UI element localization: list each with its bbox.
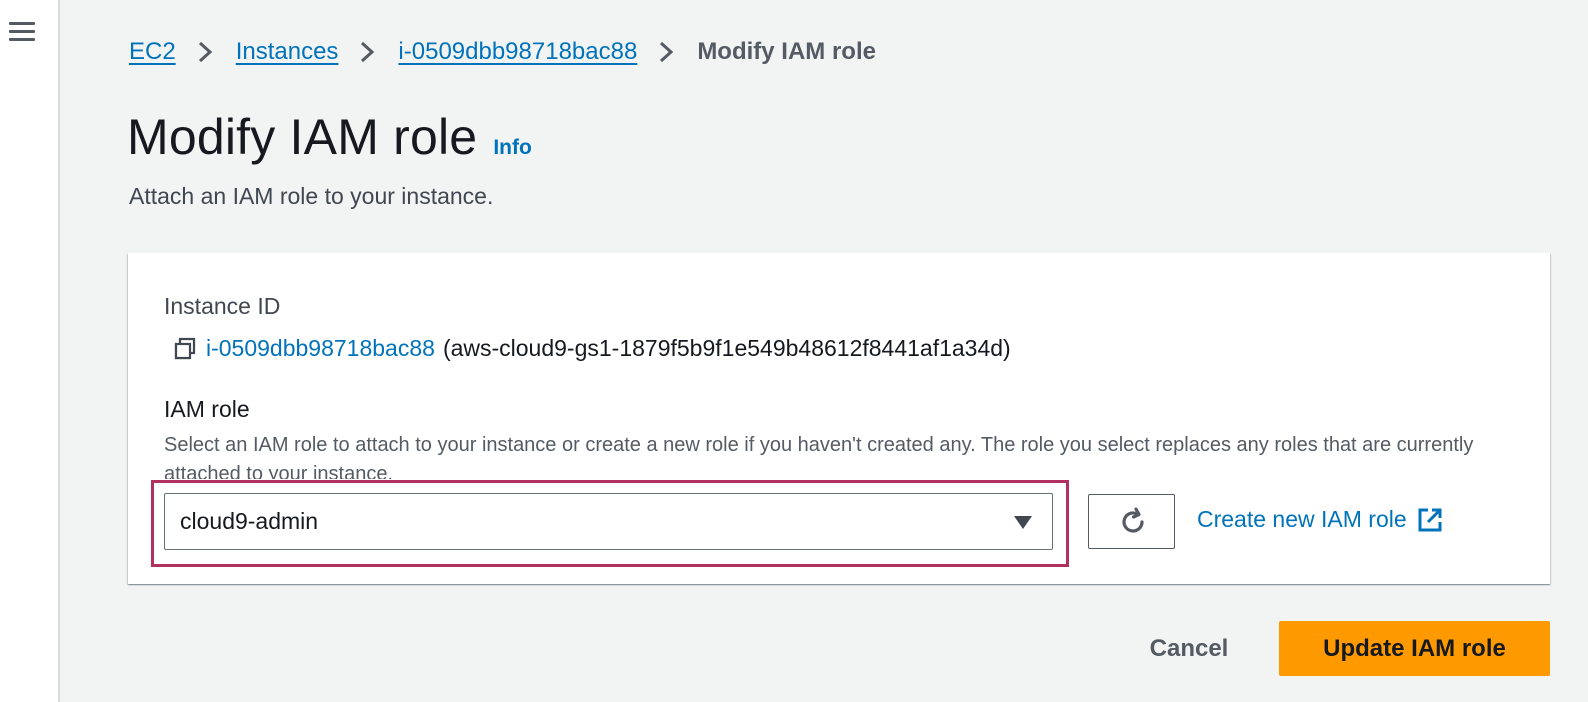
iam-role-selected-value: cloud9-admin	[180, 508, 319, 534]
refresh-button[interactable]	[1088, 494, 1175, 549]
instance-id-row: i-0509dbb98718bac88 (aws-cloud9-gs1-1879…	[172, 335, 1011, 362]
info-link[interactable]: Info	[493, 136, 531, 160]
create-new-iam-role-link[interactable]: Create new IAM role	[1197, 506, 1443, 533]
chevron-right-icon	[361, 41, 375, 63]
copy-icon[interactable]	[172, 336, 198, 362]
update-iam-role-button[interactable]: Update IAM role	[1279, 621, 1550, 676]
chevron-right-icon	[198, 41, 212, 63]
breadcrumb-current: Modify IAM role	[697, 38, 876, 65]
iam-role-description: Select an IAM role to attach to your ins…	[164, 434, 1474, 479]
iam-role-label: IAM role	[164, 396, 250, 422]
instance-id-link[interactable]: i-0509dbb98718bac88	[206, 335, 435, 362]
instance-name: (aws-cloud9-gs1-1879f5b9f1e549b48612f844…	[442, 335, 1011, 361]
create-new-iam-role-label: Create new IAM role	[1197, 506, 1407, 532]
chevron-right-icon	[660, 41, 674, 63]
cancel-button[interactable]: Cancel	[1128, 622, 1250, 676]
breadcrumb-ec2[interactable]: EC2	[129, 38, 176, 66]
refresh-icon	[1122, 507, 1144, 533]
external-link-icon	[1418, 508, 1442, 531]
breadcrumb-instances[interactable]: Instances	[236, 38, 339, 66]
breadcrumb-instance-id[interactable]: i-0509dbb98718bac88	[398, 38, 637, 66]
instance-id-label: Instance ID	[164, 293, 281, 319]
iam-role-select[interactable]: cloud9-admin	[164, 493, 1053, 550]
page-description: Attach an IAM role to your instance.	[129, 183, 494, 209]
side-navigation	[0, 0, 60, 702]
hamburger-icon[interactable]	[9, 20, 35, 44]
caret-down-icon	[1014, 516, 1032, 529]
page-title: Modify IAM role	[127, 109, 478, 165]
breadcrumb: EC2 Instances i-0509dbb98718bac88 Modify…	[129, 34, 876, 70]
page-header: Modify IAM role Info	[127, 108, 532, 166]
